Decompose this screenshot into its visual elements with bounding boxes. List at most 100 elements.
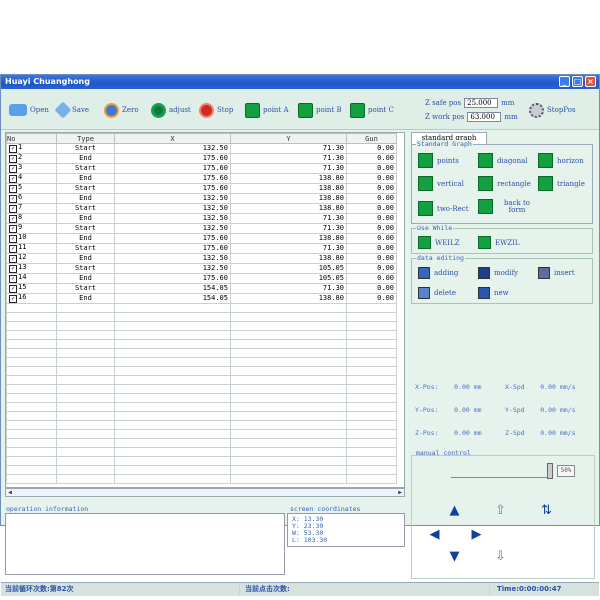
table-row[interactable]: ✓ 4 End 175.60 138.80 0.00 <box>6 173 397 184</box>
points-button[interactable]: points <box>418 153 459 168</box>
table-row[interactable]: ✓ 14 End 175.60 105.05 0.00 <box>6 273 397 284</box>
rectangle-button[interactable]: rectangle <box>478 176 531 191</box>
table-row[interactable] <box>6 339 397 349</box>
zero-button[interactable]: Zero <box>104 102 139 118</box>
table-row[interactable] <box>6 447 397 457</box>
z-work-input[interactable]: 63.000 <box>467 112 502 122</box>
table-row[interactable] <box>6 321 397 331</box>
table-row[interactable]: ✓ 11 Start 175.60 71.30 0.00 <box>6 243 397 254</box>
row-checkbox[interactable]: ✓ <box>9 275 17 283</box>
table-row[interactable] <box>6 330 397 340</box>
vertical-button[interactable]: vertical <box>418 176 464 191</box>
col-gun[interactable]: Gun <box>346 133 397 144</box>
maximize-button[interactable]: □ <box>572 76 583 87</box>
row-checkbox[interactable]: ✓ <box>9 145 17 153</box>
diagonal-button[interactable]: diagonal <box>478 153 528 168</box>
point-a-button[interactable]: point A <box>245 102 289 118</box>
row-checkbox[interactable]: ✓ <box>9 295 17 303</box>
table-row[interactable] <box>6 384 397 394</box>
table-row[interactable] <box>6 429 397 439</box>
col-type[interactable]: Type <box>56 133 115 144</box>
triangle-button[interactable]: triangle <box>538 176 585 191</box>
col-x[interactable]: X <box>114 133 231 144</box>
row-checkbox[interactable]: ✓ <box>9 245 17 253</box>
row-checkbox[interactable]: ✓ <box>9 155 17 163</box>
close-button[interactable]: × <box>585 76 596 87</box>
table-row[interactable] <box>6 375 397 385</box>
ewzil-button[interactable]: EWZIL <box>478 236 520 249</box>
row-checkbox[interactable]: ✓ <box>9 165 17 173</box>
jog-z-down[interactable]: ⇩ <box>493 549 508 564</box>
modify-icon <box>478 267 490 279</box>
row-checkbox[interactable]: ✓ <box>9 185 17 193</box>
table-row[interactable]: ✓ 15 Start 154.05 71.30 0.00 <box>6 283 397 294</box>
table-row[interactable]: ✓ 8 End 132.50 71.30 0.00 <box>6 213 397 224</box>
table-row[interactable] <box>6 402 397 412</box>
table-row[interactable] <box>6 303 397 313</box>
table-row[interactable] <box>6 366 397 376</box>
row-checkbox[interactable]: ✓ <box>9 285 17 293</box>
table-row[interactable] <box>6 312 397 322</box>
table-row[interactable] <box>6 456 397 466</box>
back-to-form-button[interactable]: back to form <box>478 199 542 214</box>
table-row[interactable]: ✓ 16 End 154.05 138.80 0.00 <box>6 293 397 304</box>
row-checkbox[interactable]: ✓ <box>9 195 17 203</box>
table-row[interactable] <box>6 393 397 403</box>
new-button[interactable]: new <box>478 287 509 299</box>
table-row[interactable]: ✓ 9 Start 132.50 71.30 0.00 <box>6 223 397 234</box>
row-checkbox[interactable]: ✓ <box>9 205 17 213</box>
row-checkbox[interactable]: ✓ <box>9 255 17 263</box>
table-row[interactable] <box>6 411 397 421</box>
modify-button[interactable]: modify <box>478 267 518 279</box>
stoppos-button[interactable]: StopPos <box>529 102 576 118</box>
y-spd-value: 0.00 mm/s <box>540 406 576 414</box>
insert-button[interactable]: insert <box>538 267 575 279</box>
col-y[interactable]: Y <box>230 133 347 144</box>
point-b-button[interactable]: point B <box>298 102 342 118</box>
stop-button[interactable]: Stop <box>199 102 233 118</box>
scroll-right-icon[interactable]: ▶ <box>396 489 404 496</box>
delete-button[interactable]: delete <box>418 287 456 299</box>
horizon-button[interactable]: horizon <box>538 153 584 168</box>
table-row[interactable]: ✓ 1 Start 132.50 71.30 0.00 <box>6 143 397 154</box>
row-checkbox[interactable]: ✓ <box>9 175 17 183</box>
table-row[interactable]: ✓ 13 Start 132.50 105.05 0.00 <box>6 263 397 274</box>
jog-y-minus[interactable]: ▼ <box>447 549 462 564</box>
table-row[interactable]: ✓ 3 Start 175.60 71.30 0.00 <box>6 163 397 174</box>
two-rect-button[interactable]: two-Rect <box>418 201 469 216</box>
row-checkbox[interactable]: ✓ <box>9 215 17 223</box>
scroll-left-icon[interactable]: ◀ <box>6 489 14 496</box>
speed-slider[interactable] <box>451 463 553 479</box>
table-row[interactable]: ✓ 6 End 132.50 138.80 0.00 <box>6 193 397 204</box>
table-row[interactable] <box>6 357 397 367</box>
table-row[interactable] <box>6 420 397 430</box>
horizontal-scrollbar[interactable]: ◀ ▶ <box>5 488 405 497</box>
table-row[interactable]: ✓ 10 End 175.60 138.80 0.00 <box>6 233 397 244</box>
minimize-button[interactable]: _ <box>559 76 570 87</box>
slider-knob[interactable] <box>547 463 553 479</box>
z-safe-input[interactable]: 25.000 <box>464 98 499 108</box>
table-row[interactable] <box>6 438 397 448</box>
table-row[interactable] <box>6 474 397 484</box>
col-no[interactable]: No <box>6 133 57 144</box>
jog-x-plus[interactable]: ▶ <box>469 527 484 542</box>
row-checkbox[interactable]: ✓ <box>9 235 17 243</box>
table-row[interactable]: ✓ 2 End 175.60 71.30 0.00 <box>6 153 397 164</box>
open-button[interactable]: Open <box>9 102 49 118</box>
point-c-button[interactable]: point C <box>350 102 394 118</box>
row-checkbox[interactable]: ✓ <box>9 265 17 273</box>
row-checkbox[interactable]: ✓ <box>9 225 17 233</box>
table-row[interactable]: ✓ 7 Start 132.50 138.80 0.00 <box>6 203 397 214</box>
weilz-button[interactable]: WEILZ <box>418 236 460 249</box>
adding-button[interactable]: adding <box>418 267 458 279</box>
jog-z-up[interactable]: ⇧ <box>493 503 508 518</box>
toggle-direction-icon[interactable]: ⇅ <box>539 503 554 518</box>
jog-y-plus[interactable]: ▲ <box>447 503 462 518</box>
jog-x-minus[interactable]: ◀ <box>427 527 442 542</box>
table-row[interactable] <box>6 465 397 475</box>
save-button[interactable]: Save <box>54 101 89 119</box>
table-row[interactable]: ✓ 5 Start 175.60 138.80 0.00 <box>6 183 397 194</box>
adjust-button[interactable]: adjust <box>151 102 191 118</box>
table-row[interactable] <box>6 348 397 358</box>
table-row[interactable]: ✓ 12 End 132.50 138.80 0.00 <box>6 253 397 264</box>
